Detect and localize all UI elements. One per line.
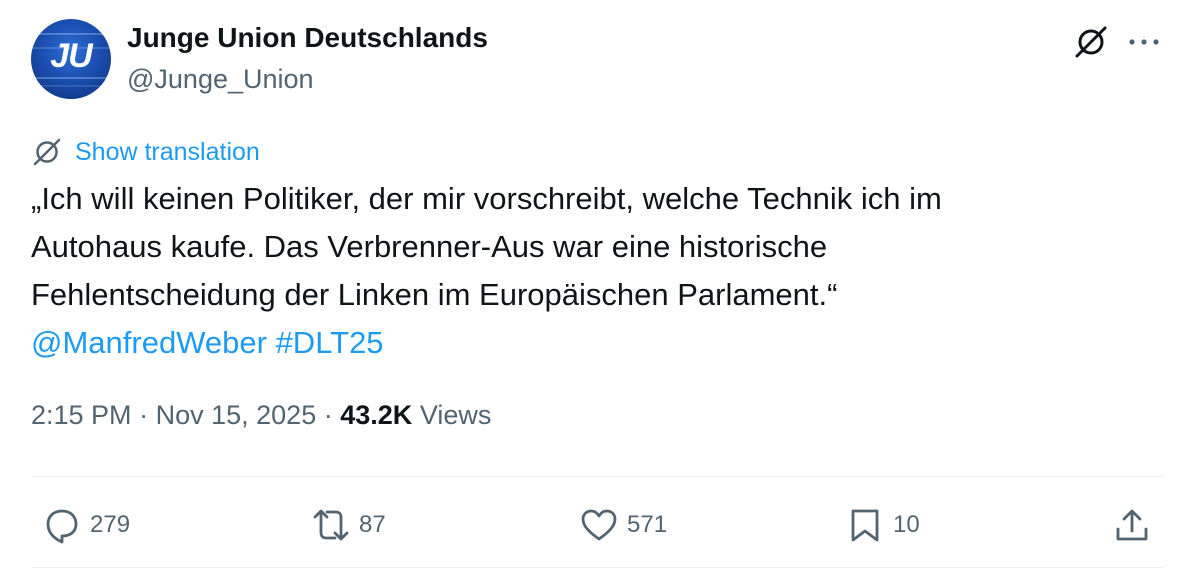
translate-icon: [33, 138, 61, 166]
tweet-text: „Ich will keinen Politiker, der mir vors…: [31, 175, 1171, 367]
mention-link[interactable]: @ManfredWeber: [31, 325, 267, 360]
author-handle[interactable]: @Junge_Union: [127, 64, 314, 95]
reply-icon: [46, 509, 78, 544]
share-button[interactable]: [1112, 500, 1152, 550]
bookmark-icon: [851, 509, 879, 542]
reply-button[interactable]: 279: [42, 500, 130, 550]
more-dots-icon[interactable]: [1124, 27, 1164, 57]
translate-icon[interactable]: [1072, 23, 1110, 61]
views-label: Views: [419, 400, 492, 430]
bookmark-count: 10: [893, 511, 920, 538]
divider: [31, 476, 1164, 477]
show-translation-link[interactable]: Show translation: [31, 134, 260, 170]
bookmark-button[interactable]: 10: [845, 500, 920, 550]
repost-icon: [313, 509, 349, 541]
tweet-text-line: Fehlentscheidung der Linken im Europäisc…: [31, 277, 838, 312]
tweet-text-line: Autohaus kaufe. Das Verbrenner-Aus war e…: [31, 229, 828, 264]
share-icon: [1116, 509, 1148, 541]
repost-count: 87: [359, 511, 386, 538]
tweet-meta: 2:15 PM · Nov 15, 2025 · 43.2K Views: [31, 400, 491, 431]
repost-button[interactable]: 87: [311, 500, 386, 550]
meta-separator: ·: [323, 400, 333, 430]
reply-count: 279: [90, 511, 131, 538]
like-button[interactable]: 571: [579, 500, 667, 550]
tweet-text-line: „Ich will keinen Politiker, der mir vors…: [31, 181, 942, 216]
hashtag-link[interactable]: #DLT25: [276, 325, 384, 360]
show-translation-label: Show translation: [75, 137, 260, 166]
meta-separator: ·: [139, 400, 149, 430]
like-count: 571: [627, 511, 668, 538]
tweet-time[interactable]: 2:15 PM: [31, 400, 132, 430]
author-display-name[interactable]: Junge Union Deutschlands: [127, 22, 488, 54]
avatar-logo-text: JU: [50, 37, 92, 75]
like-icon: [581, 509, 617, 541]
views-count: 43.2K: [340, 400, 413, 430]
tweet-links-line: @ManfredWeber #DLT25: [31, 319, 1171, 367]
tweet-date[interactable]: Nov 15, 2025: [156, 400, 317, 430]
divider: [31, 567, 1164, 568]
avatar[interactable]: JU: [31, 19, 111, 99]
